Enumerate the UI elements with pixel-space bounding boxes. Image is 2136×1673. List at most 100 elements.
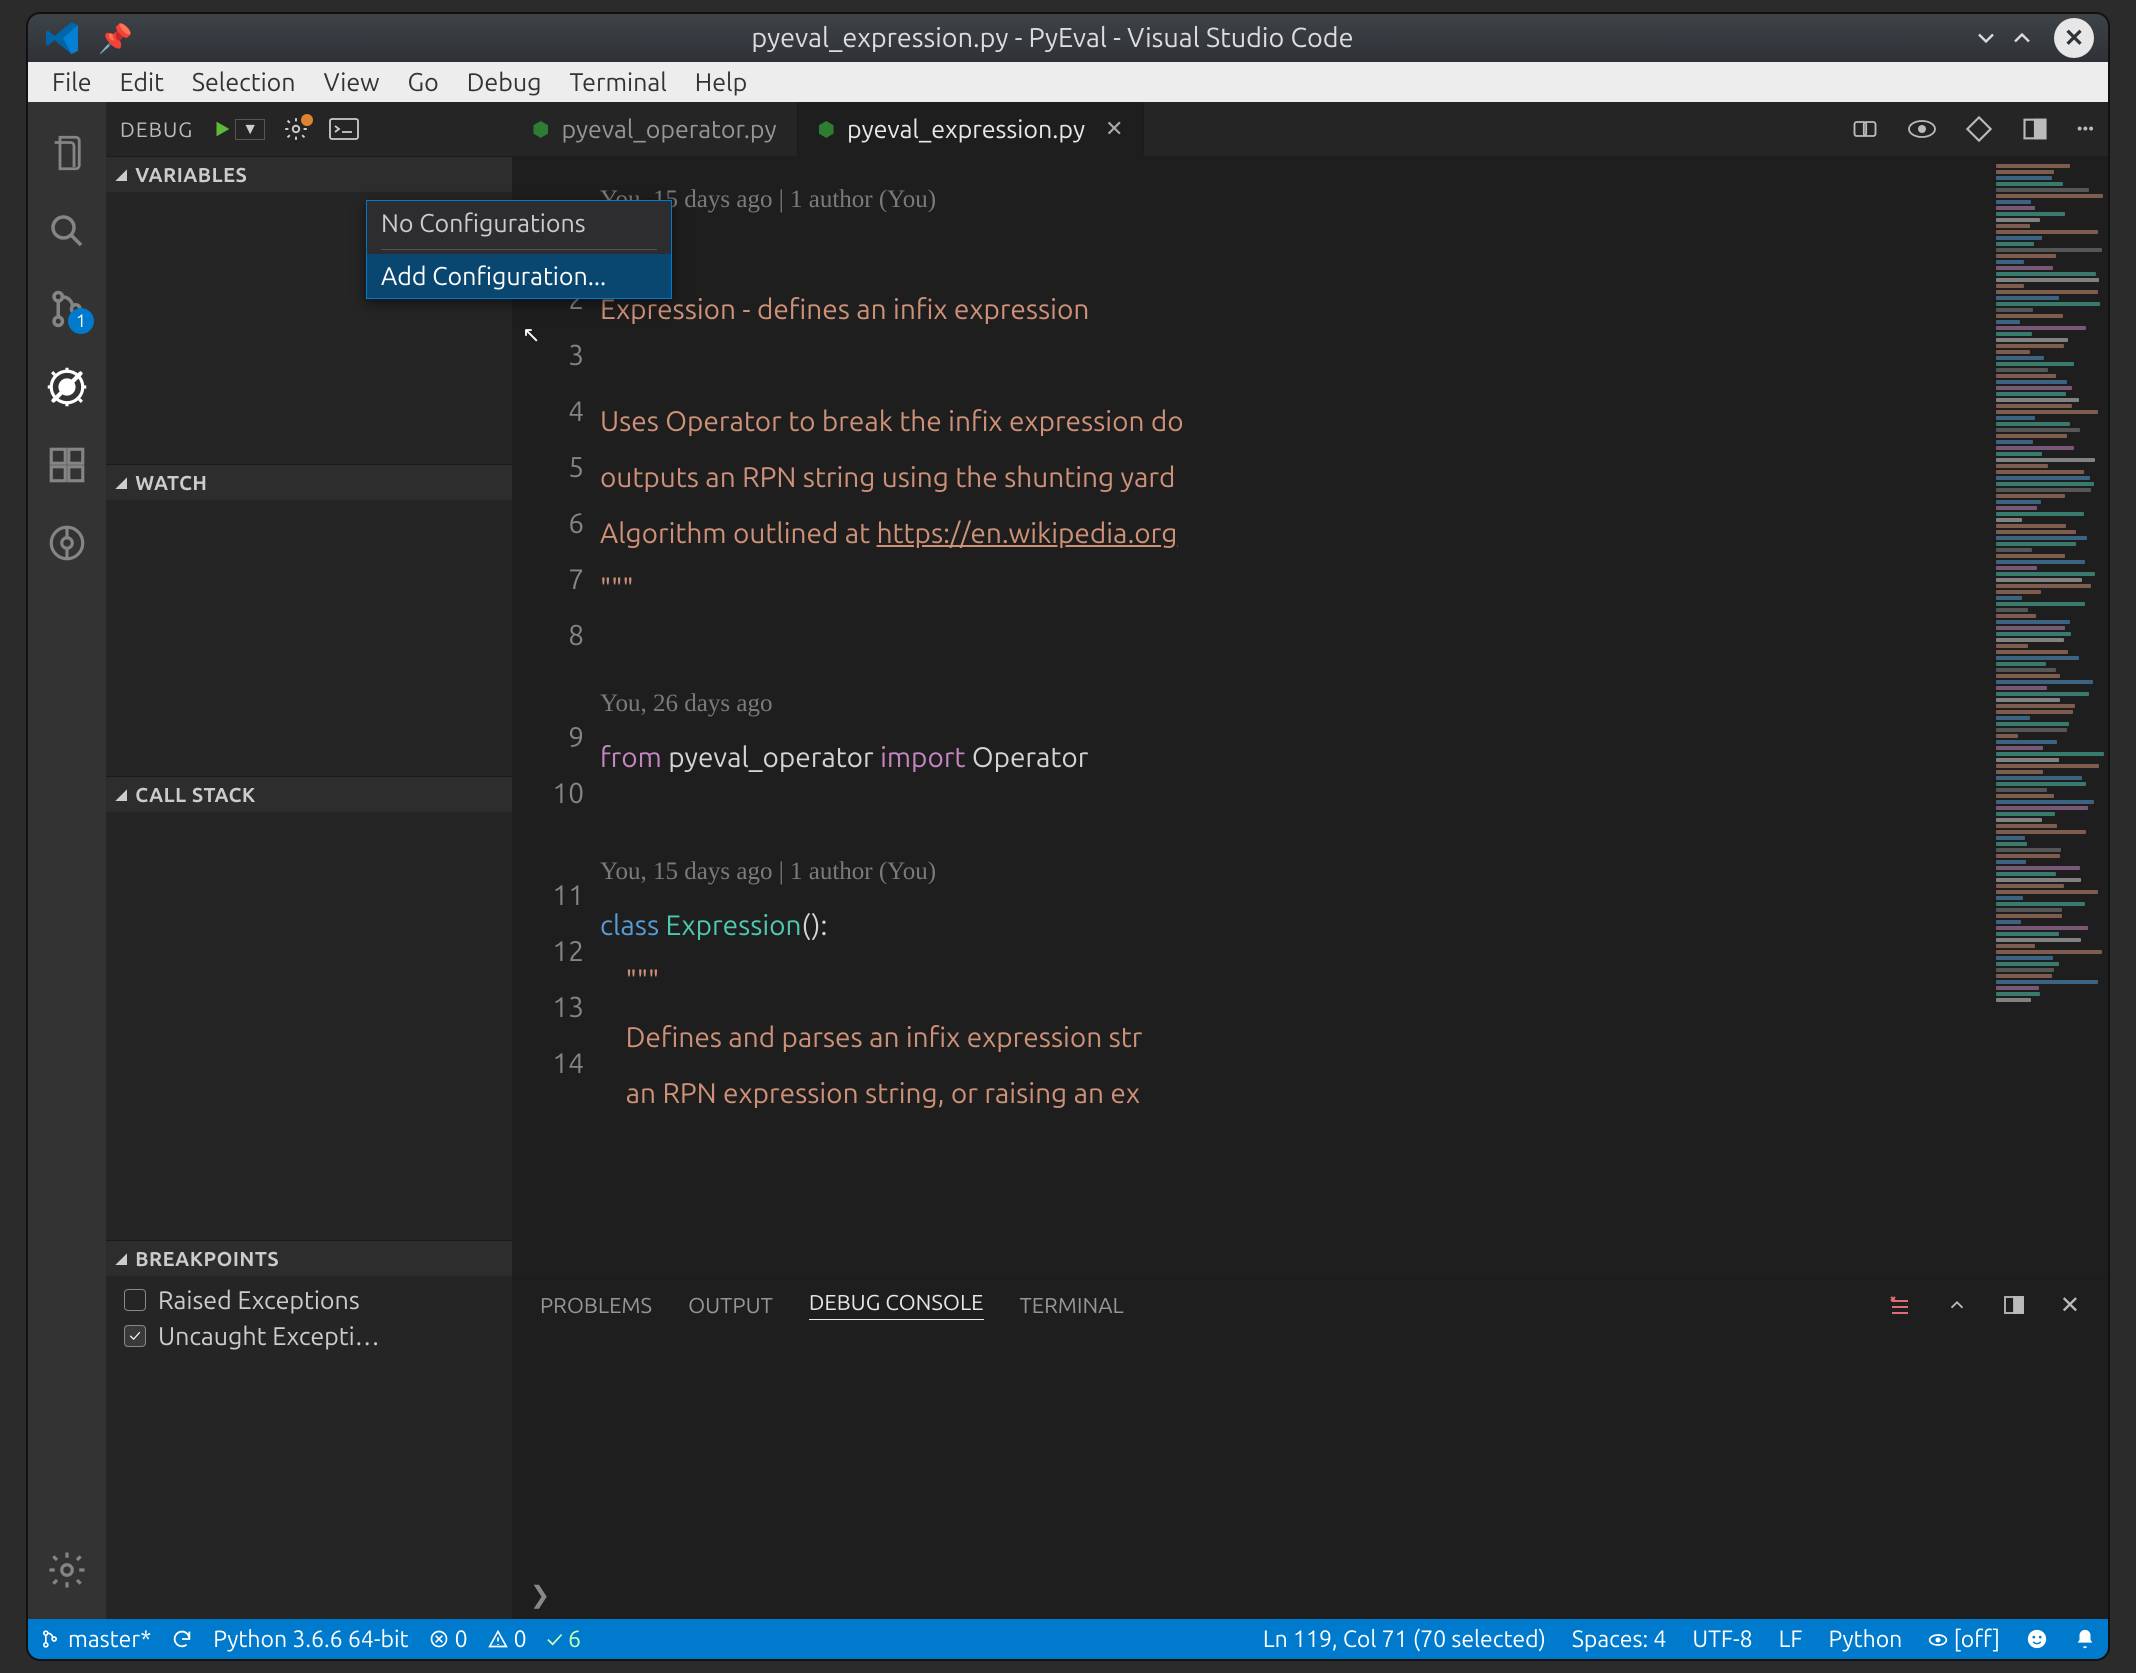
status-feedback-icon[interactable] <box>2026 1628 2048 1650</box>
code-link[interactable]: https://en.wikipedia.org <box>877 518 1178 549</box>
menu-debug[interactable]: Debug <box>453 68 556 96</box>
breakpoints-section-header[interactable]: ◢BREAKPOINTS <box>106 1241 512 1276</box>
breakpoint-label: Raised Exceptions <box>158 1286 360 1314</box>
tab-label: pyeval_operator.py <box>561 115 776 143</box>
tab-pyeval-expression[interactable]: ⬢ pyeval_expression.py ✕ <box>798 102 1145 156</box>
console-prompt-icon: ❯ <box>530 1581 550 1609</box>
menu-selection[interactable]: Selection <box>178 68 310 96</box>
checkbox-icon[interactable] <box>124 1289 146 1311</box>
status-sync-icon[interactable] <box>171 1628 193 1650</box>
dropdown-no-config[interactable]: No Configurations <box>367 201 671 245</box>
titlebar: 📌 pyeval_expression.py - PyEval - Visual… <box>28 14 2108 62</box>
git-diff-icon[interactable] <box>1965 115 1993 143</box>
codelens[interactable]: You, 26 days ago <box>600 690 772 717</box>
activity-bar: 1 <box>28 102 106 1619</box>
watch-body <box>106 500 512 776</box>
callstack-body <box>106 812 512 1240</box>
debug-console-toggle-icon[interactable] <box>329 118 359 140</box>
source-control-icon[interactable]: 1 <box>28 270 106 348</box>
python-file-icon: ⬢ <box>532 117 549 141</box>
breakpoints-label: BREAKPOINTS <box>135 1247 279 1270</box>
sidebar-header: DEBUG ▼ <box>106 102 512 156</box>
code-line: Expression - defines an infix expression <box>600 294 1089 325</box>
breakpoint-uncaught-exceptions[interactable]: ✓Uncaught Excepti… <box>106 1318 512 1354</box>
status-live-share[interactable]: [off] <box>1928 1627 2000 1652</box>
code-content[interactable]: You, 15 days ago | 1 author (You) """ Ex… <box>600 156 1992 1279</box>
checkbox-checked-icon[interactable]: ✓ <box>124 1325 146 1347</box>
maximize-panel-icon[interactable] <box>2002 1293 2026 1317</box>
more-actions-icon[interactable]: ••• <box>2077 120 2094 138</box>
code-text: (): <box>802 910 828 941</box>
status-notifications-icon[interactable] <box>2074 1628 2096 1650</box>
debug-sidebar: DEBUG ▼ ◢VARIABLES ◢WATCH ◢CALL STACK ◢B… <box>106 102 512 1619</box>
start-debug-icon[interactable] <box>211 118 233 140</box>
debug-header-label: DEBUG <box>120 117 193 141</box>
settings-gear-icon[interactable] <box>28 1531 106 1609</box>
gitlens-icon[interactable] <box>28 504 106 582</box>
code-line: Algorithm outlined at <box>600 518 877 549</box>
minimize-icon[interactable] <box>1972 24 2008 52</box>
status-spaces[interactable]: Spaces: 4 <box>1572 1627 1667 1652</box>
search-icon[interactable] <box>28 192 106 270</box>
watch-label: WATCH <box>135 471 207 494</box>
close-panel-icon[interactable]: ✕ <box>2060 1291 2080 1319</box>
editor-group: ⬢ pyeval_operator.py ⬢ pyeval_expression… <box>512 102 2108 1619</box>
config-dropdown-icon[interactable]: ▼ <box>235 119 265 140</box>
minimap[interactable] <box>1992 156 2108 1279</box>
status-encoding[interactable]: UTF-8 <box>1692 1627 1752 1652</box>
panel-tab-debug-console[interactable]: DEBUG CONSOLE <box>809 1290 984 1320</box>
status-checks[interactable]: ✓ 6 <box>547 1627 581 1652</box>
menu-file[interactable]: File <box>38 68 106 96</box>
codelens[interactable]: You, 15 days ago | 1 author (You) <box>600 858 936 885</box>
split-editor-icon[interactable] <box>2021 115 2049 143</box>
editor[interactable]: 1234567891011121314 You, 15 days ago | 1… <box>512 156 2108 1279</box>
chevron-down-icon: ◢ <box>116 786 127 803</box>
panel-tab-output[interactable]: OUTPUT <box>688 1293 773 1318</box>
vscode-logo-icon <box>46 21 80 55</box>
code-line: Uses Operator to break the infix express… <box>600 406 1184 437</box>
breakpoint-raised-exceptions[interactable]: Raised Exceptions <box>106 1282 512 1318</box>
status-bar: master* Python 3.6.6 64-bit 0 0 ✓ 6 Ln 1… <box>28 1619 2108 1659</box>
status-eol[interactable]: LF <box>1779 1627 1803 1652</box>
status-errors[interactable]: 0 <box>429 1627 468 1652</box>
watch-section-header[interactable]: ◢ WATCH <box>106 465 512 500</box>
maximize-icon[interactable] <box>2008 24 2044 52</box>
chevron-down-icon: ◢ <box>116 474 127 491</box>
toggle-blame-icon[interactable] <box>1907 118 1937 140</box>
editor-tabs: ⬢ pyeval_operator.py ⬢ pyeval_expression… <box>512 102 2108 156</box>
collapse-panel-icon[interactable] <box>1946 1294 1968 1316</box>
pin-icon[interactable]: 📌 <box>98 22 133 55</box>
clear-console-icon[interactable] <box>1888 1293 1912 1317</box>
status-python-version[interactable]: Python 3.6.6 64-bit <box>213 1627 408 1652</box>
code-line: """ <box>600 966 659 997</box>
warning-count: 0 <box>514 1627 527 1652</box>
panel-tab-terminal[interactable]: TERMINAL <box>1020 1293 1124 1318</box>
close-window-icon[interactable]: ✕ <box>2054 18 2094 58</box>
chevron-down-icon: ◢ <box>116 166 127 183</box>
status-cursor-position[interactable]: Ln 119, Col 71 (70 selected) <box>1263 1627 1546 1652</box>
debug-console-body[interactable]: ❯ <box>512 1330 2108 1619</box>
code-line: """ <box>600 574 634 605</box>
extensions-icon[interactable] <box>28 426 106 504</box>
status-git-branch[interactable]: master* <box>40 1627 151 1652</box>
status-language[interactable]: Python <box>1828 1627 1902 1652</box>
menu-help[interactable]: Help <box>681 68 761 96</box>
code-line: Defines and parses an infix expression s… <box>600 1022 1142 1053</box>
code-kw: from <box>600 742 662 773</box>
menu-view[interactable]: View <box>310 68 394 96</box>
tab-close-icon[interactable]: ✕ <box>1105 116 1123 142</box>
variables-section-header[interactable]: ◢VARIABLES <box>106 157 512 192</box>
dropdown-add-config[interactable]: Add Configuration... <box>367 254 671 298</box>
debug-icon[interactable] <box>28 348 106 426</box>
tab-pyeval-operator[interactable]: ⬢ pyeval_operator.py <box>512 102 798 156</box>
callstack-section-header[interactable]: ◢CALL STACK <box>106 777 512 812</box>
check-count: 6 <box>568 1627 581 1652</box>
menu-go[interactable]: Go <box>394 68 453 96</box>
menu-terminal[interactable]: Terminal <box>555 68 680 96</box>
debug-settings-icon[interactable] <box>283 116 309 142</box>
panel-tab-problems[interactable]: PROBLEMS <box>540 1293 652 1318</box>
status-warnings[interactable]: 0 <box>488 1627 527 1652</box>
compare-changes-icon[interactable] <box>1851 115 1879 143</box>
menu-edit[interactable]: Edit <box>106 68 178 96</box>
explorer-icon[interactable] <box>28 114 106 192</box>
